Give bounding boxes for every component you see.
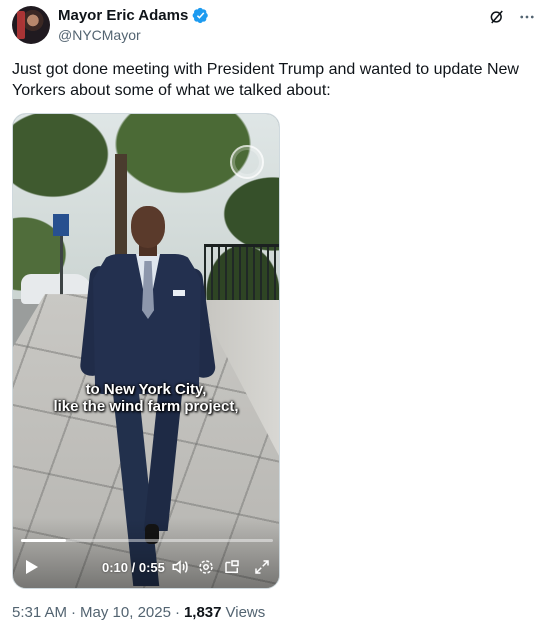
tweet-text: Just got done meeting with President Tru… bbox=[12, 61, 519, 99]
header-actions bbox=[488, 8, 536, 26]
volume-icon[interactable] bbox=[171, 558, 189, 576]
fullscreen-icon[interactable] bbox=[253, 558, 271, 576]
video-player[interactable]: to New York City, like the wind farm pro… bbox=[12, 113, 280, 589]
meta-separator: · bbox=[174, 604, 180, 621]
video-frame: to New York City, like the wind farm pro… bbox=[13, 114, 279, 588]
views-count: 1,837 bbox=[183, 604, 222, 621]
tweet-meta: 5:31 AM · May 10, 2025 · 1,837 Views bbox=[12, 604, 265, 621]
author-name-row: Mayor Eric Adams bbox=[58, 7, 209, 24]
views-label: Views bbox=[225, 604, 266, 621]
video-time: 0:10 / 0:55 bbox=[102, 560, 165, 575]
tweet-date[interactable]: May 10, 2025 bbox=[80, 604, 171, 621]
author-handle[interactable]: @NYCMayor bbox=[58, 27, 141, 43]
grok-icon[interactable] bbox=[488, 8, 506, 26]
city-seal-watermark bbox=[230, 145, 264, 179]
tweet-time[interactable]: 5:31 AM bbox=[12, 604, 67, 621]
picture-in-picture-icon[interactable] bbox=[223, 558, 241, 576]
more-icon[interactable] bbox=[518, 8, 536, 26]
display-name[interactable]: Mayor Eric Adams bbox=[58, 7, 188, 24]
tweet-post: Mayor Eric Adams @NYCMayor Just got done… bbox=[0, 0, 550, 639]
video-progress-fill bbox=[21, 539, 67, 542]
video-caption-line1: to New York City, bbox=[85, 381, 207, 398]
video-caption-line2: like the wind farm project, bbox=[53, 398, 239, 415]
verified-badge-icon bbox=[192, 7, 209, 24]
video-progress-bar[interactable] bbox=[21, 539, 273, 542]
avatar[interactable] bbox=[12, 6, 50, 44]
play-icon[interactable] bbox=[25, 559, 39, 575]
meta-separator: · bbox=[71, 604, 77, 621]
settings-icon[interactable] bbox=[197, 558, 215, 576]
iron-fence bbox=[204, 244, 279, 304]
